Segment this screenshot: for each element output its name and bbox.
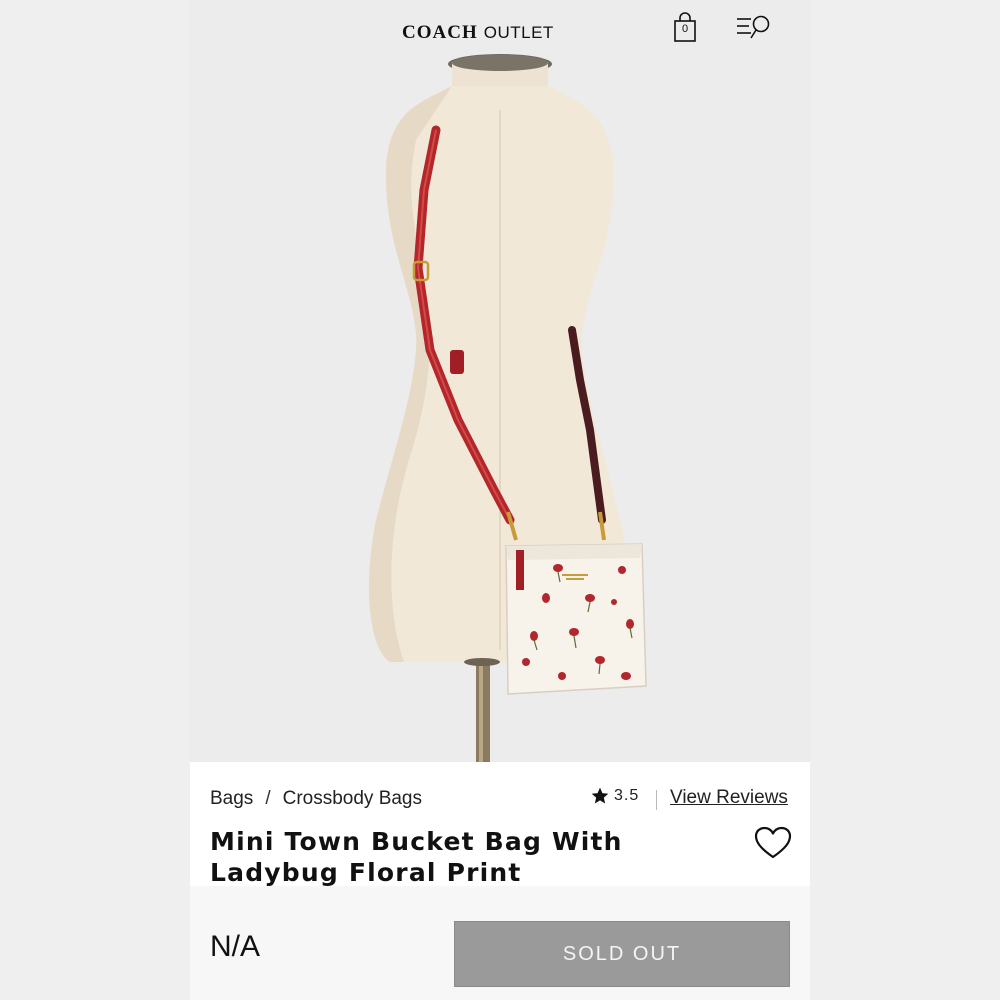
product-image[interactable] (190, 50, 810, 797)
menu-search-button[interactable] (735, 12, 775, 42)
breadcrumb-separator: / (265, 788, 271, 809)
heart-icon (754, 826, 792, 859)
breadcrumb-bags[interactable]: Bags (210, 788, 253, 810)
bag-count: 0 (681, 23, 689, 35)
brand-sub: OUTLET (483, 23, 554, 42)
menu-search-icon (737, 15, 770, 39)
product-title: Mini Town Bucket Bag With Ladybug Floral… (210, 827, 623, 887)
rating: 3.5 (590, 786, 639, 806)
wishlist-button[interactable] (754, 826, 792, 860)
brand-name: COACH (402, 22, 478, 43)
view-reviews-link[interactable]: View Reviews (670, 787, 788, 809)
price: N/A (210, 930, 261, 963)
brand-logo[interactable]: COACH OUTLET (402, 22, 554, 44)
sold-out-button[interactable]: SOLD OUT (454, 921, 790, 987)
rating-value: 3.5 (614, 787, 640, 804)
mannequin-bag-illustration (368, 54, 647, 762)
purchase-bar: N/A SOLD OUT (190, 886, 810, 1000)
product-info: Bags / Crossbody Bags 3.5 View Reviews M… (190, 762, 810, 887)
breadcrumb: Bags / Crossbody Bags (210, 788, 422, 810)
star-icon (591, 787, 609, 804)
shopping-bag-button[interactable]: 0 (670, 12, 700, 44)
breadcrumb-crossbody-bags[interactable]: Crossbody Bags (283, 788, 422, 810)
rating-divider (656, 790, 657, 810)
product-page: COACH OUTLET 0 Bags / Crossbody Bags 3.5… (190, 0, 810, 1000)
